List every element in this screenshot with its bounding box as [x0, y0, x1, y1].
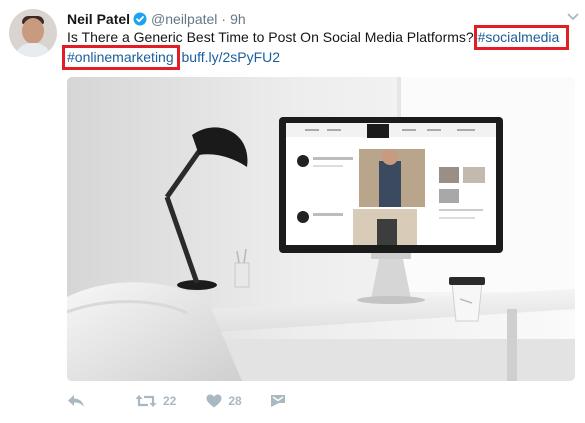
tweet-header: Neil Patel @neilpatel · 9h [67, 10, 246, 28]
tweet-media-image[interactable] [67, 77, 575, 381]
hashtag-socialmedia[interactable]: #socialmedia [478, 29, 560, 45]
tweet-text-line2: #onlinemarketing buff.ly/2sPyFU2 [67, 47, 280, 67]
direct-message-icon [270, 394, 286, 408]
reply-icon [67, 394, 85, 408]
tweet-link[interactable]: buff.ly/2sPyFU2 [182, 49, 281, 65]
tweet-timestamp[interactable]: 9h [230, 11, 246, 27]
caret-down-icon[interactable] [567, 9, 579, 21]
avatar-face [22, 18, 44, 44]
avatar[interactable] [9, 9, 57, 57]
hashtag-onlinemarketing[interactable]: #onlinemarketing [67, 49, 174, 65]
tweet-text-line1: Is There a Generic Best Time to Post On … [67, 27, 577, 47]
like-button[interactable]: 28 [206, 394, 242, 408]
direct-message-button[interactable] [270, 394, 286, 408]
tweet: Neil Patel @neilpatel · 9h Is There a Ge… [0, 0, 585, 423]
reply-button[interactable] [67, 394, 85, 408]
separator-dot: · [221, 11, 227, 27]
retweet-icon [135, 394, 157, 408]
author-handle[interactable]: @neilpatel [151, 11, 217, 27]
avatar-body [15, 43, 51, 57]
verified-badge-icon [133, 12, 147, 26]
author-name[interactable]: Neil Patel [67, 11, 130, 27]
tweet-text: Is There a Generic Best Time to Post On … [67, 29, 478, 45]
like-count: 28 [228, 394, 242, 408]
like-icon [206, 394, 222, 408]
retweet-button[interactable]: 22 [135, 394, 176, 408]
tweet-actions: 22 28 [67, 391, 310, 411]
desk-scene-illustration [67, 77, 575, 381]
retweet-count: 22 [163, 394, 177, 408]
